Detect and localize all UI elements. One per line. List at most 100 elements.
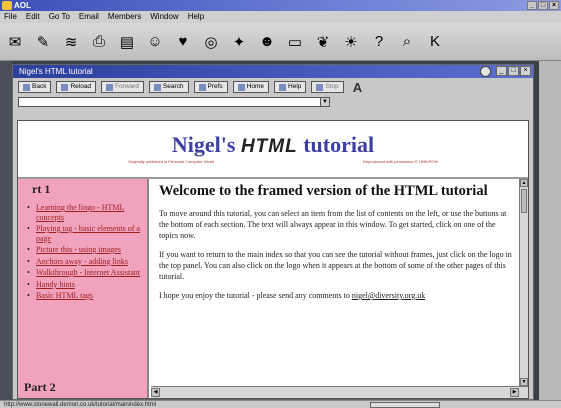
keyword-icon[interactable]: K	[424, 31, 446, 53]
reload-icon	[61, 83, 69, 91]
page-frameset: Nigel's HTML tutorial Originally publish…	[17, 120, 529, 399]
toc-item-handy-hints[interactable]: Handy hints	[26, 280, 144, 290]
aol-title-bar: AOL _ □ ×	[0, 0, 561, 11]
main-frame: Welcome to the framed version of the HTM…	[151, 179, 528, 398]
toc-item-basic-html-tags[interactable]: Basic HTML tags	[26, 291, 144, 301]
part1-heading: rt 1	[32, 182, 51, 196]
minimize-button[interactable]: _	[527, 1, 537, 10]
frames-paragraph: If you want to return to the main index …	[159, 250, 512, 281]
toc-item-picture-this[interactable]: Picture this - using images	[26, 245, 144, 255]
aol-title: AOL	[14, 1, 31, 10]
menu-window[interactable]: Window	[150, 11, 178, 23]
quotes-icon[interactable]: ▭	[284, 31, 306, 53]
status-url: http://www.stonewall.demon.co.uk/tutoria…	[4, 402, 157, 408]
my-files-icon[interactable]: ▤	[116, 31, 138, 53]
aol-a-logo-icon: A	[352, 79, 363, 95]
forward-button[interactable]: Forward	[101, 81, 144, 93]
help-icon[interactable]: ?	[368, 31, 390, 53]
main-content: Welcome to the framed version of the HTM…	[159, 183, 515, 301]
toc-item-anchors-away[interactable]: Anchors away - adding links	[26, 257, 144, 267]
progress-box	[370, 402, 440, 408]
scroll-left-icon[interactable]: ◀	[151, 388, 160, 397]
desktop-edge	[0, 61, 12, 400]
intro-paragraph: To move around this tutorial, you can se…	[159, 209, 507, 240]
search-icon	[153, 83, 161, 91]
scroll-down-icon[interactable]: ▼	[520, 378, 528, 386]
search-button[interactable]: Search	[148, 81, 189, 93]
internet-icon[interactable]: ◎	[200, 31, 222, 53]
home-button[interactable]: Home	[232, 81, 270, 93]
reload-button[interactable]: Reload	[56, 81, 97, 93]
find-icon[interactable]: ⌕	[396, 31, 418, 53]
perks-icon[interactable]: ❦	[312, 31, 334, 53]
scroll-thumb[interactable]	[521, 189, 527, 213]
browser-title: Nigel's HTML tutorial	[19, 67, 93, 76]
address-bar[interactable]: ▼	[18, 97, 330, 107]
read-mail-icon[interactable]: ✉	[4, 31, 26, 53]
people-icon[interactable]: ☻	[256, 31, 278, 53]
my-aol-icon[interactable]: ☺	[144, 31, 166, 53]
comments-text: I hope you enjoy the tutorial - please s…	[159, 291, 352, 300]
menu-file[interactable]: File	[4, 11, 17, 23]
browser-maximize-button[interactable]: □	[508, 66, 519, 76]
toc-list: Learning the lingo - HTML concepts Playi…	[26, 203, 144, 303]
email-link[interactable]: nigel@diversity.org.uk	[352, 291, 425, 300]
write-icon[interactable]: ✎	[32, 31, 54, 53]
close-button[interactable]: ×	[549, 1, 559, 10]
toc-item-playing-tag[interactable]: Playing tag - basic elements of a page	[26, 224, 144, 243]
favorites-icon[interactable]: ♥	[172, 31, 194, 53]
scroll-right-icon[interactable]: ▶	[510, 388, 519, 397]
mail-center-icon[interactable]: ≋	[60, 31, 82, 53]
prefs-button[interactable]: Prefs	[193, 81, 228, 93]
home-icon	[237, 83, 245, 91]
banner-credits: Originally published in Personal Compute…	[18, 159, 528, 164]
aol-logo-icon	[2, 1, 12, 10]
toc-item-walkthrough[interactable]: Walkthrough - Internet Assistant	[26, 268, 144, 278]
banner-title-pre: Nigel's	[171, 132, 236, 157]
aol-window-controls: _ □ ×	[527, 1, 559, 10]
banner-credit-right: Reproduced with permission © 1996 PCW	[363, 159, 438, 164]
page-title: Welcome to the framed version of the HTM…	[159, 183, 488, 199]
browser-minimize-button[interactable]: _	[496, 66, 507, 76]
forward-icon	[106, 83, 114, 91]
aol-badge-icon	[480, 66, 491, 77]
maximize-button[interactable]: □	[538, 1, 548, 10]
prefs-icon	[198, 83, 206, 91]
banner-frame[interactable]: Nigel's HTML tutorial Originally publish…	[18, 121, 528, 179]
banner-title-post: tutorial	[303, 132, 375, 157]
back-button[interactable]: Back	[18, 81, 52, 93]
menu-members[interactable]: Members	[108, 11, 141, 23]
stop-button[interactable]: Stop	[311, 81, 344, 93]
banner-credit-left: Originally published in Personal Compute…	[128, 159, 215, 164]
chevron-down-icon[interactable]: ▼	[320, 98, 329, 106]
part2-heading: Part 2	[24, 380, 56, 394]
aol-side-panel	[539, 61, 561, 400]
menu-edit[interactable]: Edit	[26, 11, 40, 23]
browser-window-controls: _ □ ×	[496, 66, 531, 76]
nav-toolbar: Back Reload Forward Search Prefs Home He…	[13, 78, 533, 96]
back-icon	[23, 83, 30, 91]
scroll-up-icon[interactable]: ▲	[520, 179, 528, 187]
weather-icon[interactable]: ☀	[340, 31, 362, 53]
aol-toolbar: ✉ ✎ ≋ ⎙ ▤ ☺ ♥ ◎ ✦ ☻ ▭ ❦ ☀ ? ⌕ K	[0, 23, 561, 61]
stop-icon	[316, 83, 324, 91]
vertical-scrollbar[interactable]: ▲ ▼	[519, 179, 528, 386]
banner-title-html: HTML	[240, 136, 298, 157]
status-bar: http://www.stonewall.demon.co.uk/tutoria…	[0, 400, 561, 408]
browser-title-bar: Nigel's HTML tutorial _ □ ×	[13, 65, 533, 78]
menu-goto[interactable]: Go To	[49, 11, 70, 23]
menu-help[interactable]: Help	[188, 11, 204, 23]
horizontal-scrollbar[interactable]: ◀ ▶	[151, 386, 528, 398]
menu-bar: File Edit Go To Email Members Window Hel…	[0, 11, 561, 23]
menu-email[interactable]: Email	[79, 11, 99, 23]
contents-frame: rt 1 Learning the lingo - HTML concepts …	[18, 179, 149, 398]
print-icon[interactable]: ⎙	[88, 31, 110, 53]
browser-close-button[interactable]: ×	[520, 66, 531, 76]
browser-window: Nigel's HTML tutorial _ □ × Back Reload …	[12, 64, 534, 400]
banner-title[interactable]: Nigel's HTML tutorial	[18, 121, 528, 158]
help-button[interactable]: Help	[274, 81, 307, 93]
channels-icon[interactable]: ✦	[228, 31, 250, 53]
toc-item-learning-the-lingo[interactable]: Learning the lingo - HTML concepts	[26, 203, 144, 222]
comments-paragraph: I hope you enjoy the tutorial - please s…	[159, 290, 515, 301]
help-nav-icon	[279, 83, 287, 91]
